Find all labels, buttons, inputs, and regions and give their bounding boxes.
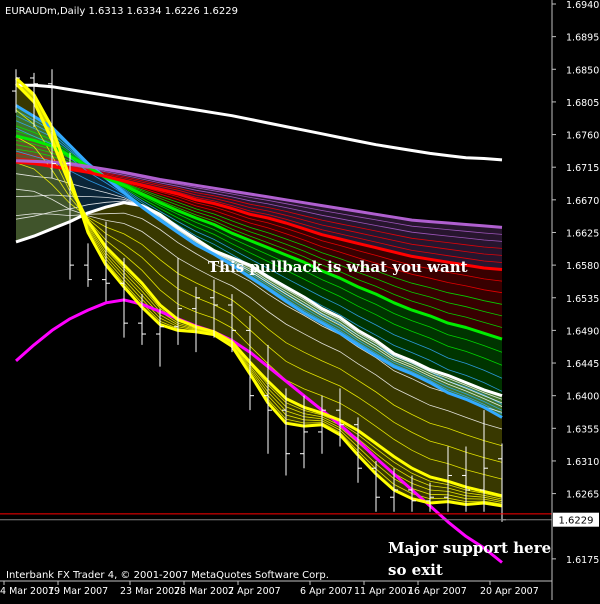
price-tick-label: 1.6535 [566,294,599,305]
price-tick-label: 1.6310 [566,457,599,468]
current-price-tag: 1.6229 [553,512,599,527]
price-tick-label: 1.6625 [566,228,599,239]
time-tick-label: 14 Mar 2007 [0,586,54,597]
price-tick-label: 1.6940 [566,0,599,11]
price-tick-label: 1.6760 [566,131,599,142]
current-price-label: 1.6229 [559,516,594,527]
price-tick-label: 1.6400 [566,392,599,403]
time-tick-label: 23 Mar 2007 [120,586,180,597]
price-tick-label: 1.6670 [566,196,599,207]
time-tick-label: 28 Mar 2007 [174,586,234,597]
price-tick-label: 1.6265 [566,490,599,501]
time-tick-label: 20 Apr 2007 [480,586,539,597]
chart-footer: Interbank FX Trader 4, © 2001-2007 MetaQ… [6,570,329,581]
price-tick-label: 1.6805 [566,98,599,109]
time-tick-label: 19 Mar 2007 [48,586,108,597]
price-tick-label: 1.6490 [566,326,599,337]
price-tick-label: 1.6175 [566,555,599,566]
price-tick-label: 1.6850 [566,65,599,76]
price-tick-label: 1.6580 [566,261,599,272]
chart-area: 1.6940 1.6895 1.6850 1.6805 1.6760 1.6715 1.66… [0,0,600,600]
price-chart: 1.6940 1.6895 1.6850 1.6805 1.6760 1.6715 1.66… [0,0,600,600]
annotation-exit: so exit [388,561,443,579]
chart-title: EURAUDm,Daily 1.6313 1.6334 1.6226 1.622… [5,6,238,17]
time-tick-label: 16 Apr 2007 [408,586,467,597]
price-tick-label: 1.6445 [566,359,599,370]
time-tick-label: 2 Apr 2007 [228,586,281,597]
price-tick-label: 1.6715 [566,163,599,174]
price-tick-label: 1.6895 [566,33,599,44]
annotation-pullback: This pullback is what you want [208,258,468,276]
time-tick-label: 6 Apr 2007 [300,586,353,597]
price-tick-label: 1.6355 [566,424,599,435]
time-tick-label: 11 Apr 2007 [354,586,413,597]
annotation-support: Major support here [388,539,551,557]
